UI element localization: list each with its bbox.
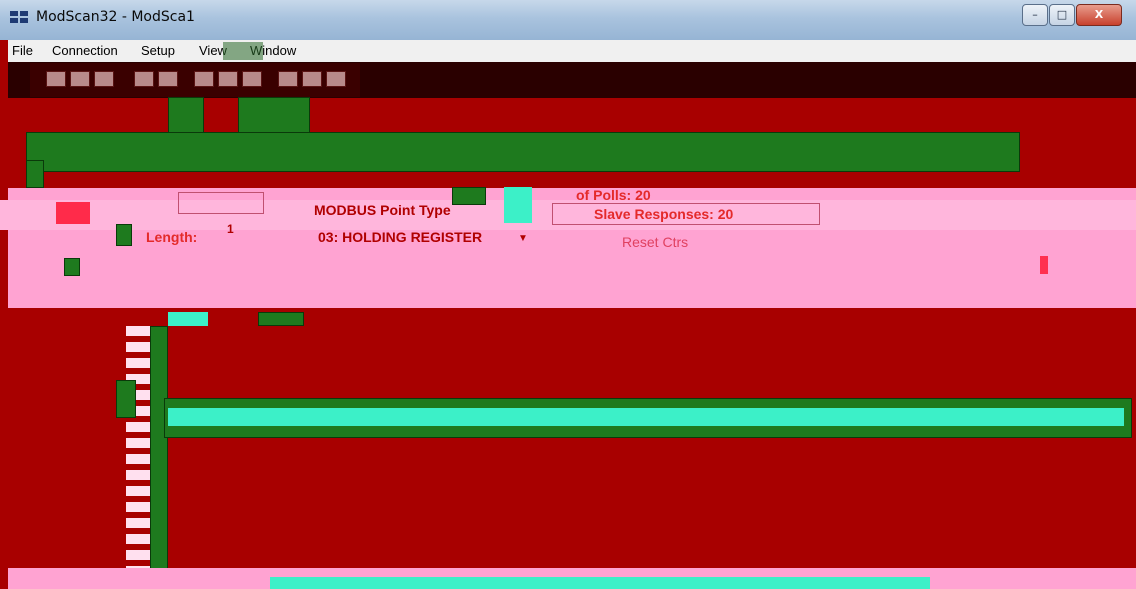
modscan-app-icon: [10, 11, 28, 23]
point-type-label: MODBUS Point Type: [314, 202, 451, 218]
artifact-block: [168, 312, 208, 326]
length-value[interactable]: 1: [227, 222, 234, 236]
copy-icon[interactable]: [158, 71, 178, 87]
minimize-button[interactable]: –: [1022, 4, 1048, 26]
artifact-block: [504, 187, 532, 223]
toolbar: [30, 63, 360, 97]
connect-icon[interactable]: [194, 71, 214, 87]
print-icon[interactable]: [278, 71, 298, 87]
artifact-block: [270, 577, 930, 589]
artifact-block: [26, 160, 44, 188]
artifact-block: [64, 258, 80, 276]
artifact-stripes: [126, 326, 150, 588]
cut-icon[interactable]: [134, 71, 154, 87]
about-icon[interactable]: [326, 71, 346, 87]
reset-counters-button[interactable]: Reset Ctrs: [622, 234, 688, 250]
artifact-column: [150, 326, 168, 588]
glitch-block: [223, 42, 263, 60]
responses-label: Slave Responses: 20: [594, 206, 734, 222]
artifact-block: [116, 380, 136, 418]
menu-bar: File Connection Setup View Window: [8, 40, 1136, 62]
help-icon[interactable]: [302, 71, 322, 87]
chevron-down-icon[interactable]: ▼: [518, 233, 528, 244]
open-icon[interactable]: [70, 71, 90, 87]
artifact-block: [238, 97, 310, 135]
menu-file[interactable]: File: [12, 43, 33, 58]
artifact-block: [116, 224, 132, 246]
setup-icon[interactable]: [242, 71, 262, 87]
artifact-block: [258, 312, 304, 326]
artifact-block: [452, 187, 486, 205]
maximize-button[interactable]: □: [1049, 4, 1075, 26]
polls-label: of Polls: 20: [576, 187, 651, 203]
close-button[interactable]: X: [1076, 4, 1122, 26]
point-type-select[interactable]: 03: HOLDING REGISTER: [318, 229, 482, 245]
disconnect-icon[interactable]: [218, 71, 238, 87]
address-field[interactable]: [178, 192, 264, 214]
artifact-block: [56, 202, 90, 224]
new-icon[interactable]: [46, 71, 66, 87]
window-title: ModScan32 - ModSca1: [36, 9, 195, 25]
data-row-highlight: [168, 408, 1124, 426]
menu-connection[interactable]: Connection: [52, 43, 118, 58]
artifact-bar: [26, 132, 1020, 172]
length-label: Length:: [146, 229, 198, 245]
artifact-block: [1040, 256, 1048, 274]
save-icon[interactable]: [94, 71, 114, 87]
menu-setup[interactable]: Setup: [141, 43, 175, 58]
artifact-block: [168, 97, 204, 135]
